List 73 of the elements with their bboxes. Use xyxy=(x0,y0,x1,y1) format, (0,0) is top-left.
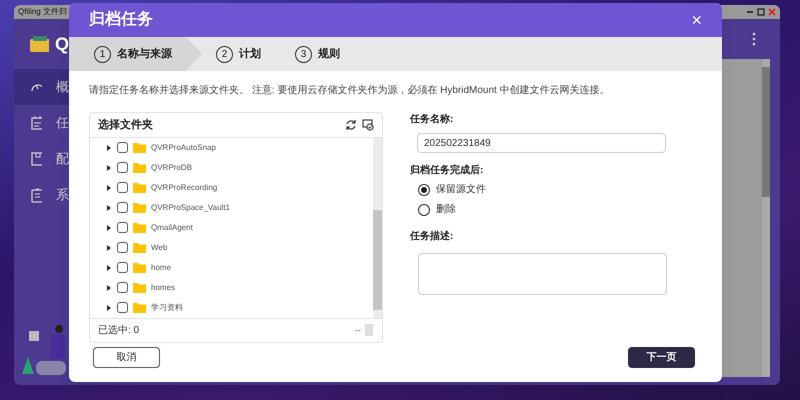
dialog-title: 归档任务 xyxy=(89,10,153,30)
expand-arrow-icon[interactable] xyxy=(106,244,112,251)
folder-name[interactable]: home xyxy=(151,262,172,274)
instruction-text: 请指定任务名称并选择来源文件夹。 注意: 要使用云存储文件夹作为源，必须在 HybridMount 中创建文件云网关连接。 xyxy=(89,84,611,98)
radio-button[interactable] xyxy=(418,204,430,216)
panel-title: 选择文件夹 xyxy=(98,118,153,133)
folder-name[interactable]: QVRProAutoSnap xyxy=(151,142,216,154)
checkbox[interactable] xyxy=(117,302,128,314)
task-name-field[interactable]: 202502231849 xyxy=(417,133,666,153)
expand-arrow-icon[interactable] xyxy=(106,284,112,291)
folder-name[interactable]: 学习资料 xyxy=(151,302,183,314)
expand-arrow-icon[interactable] xyxy=(106,184,112,191)
wizard-step[interactable]: 2 计划 xyxy=(202,37,281,71)
minimize-icon[interactable] xyxy=(746,8,754,16)
wizard-step[interactable]: 1 名称与来源 xyxy=(69,37,202,71)
expand-arrow-icon[interactable] xyxy=(106,224,112,231)
folder-icon xyxy=(133,242,146,253)
checkbox[interactable] xyxy=(117,262,128,274)
folder-icon xyxy=(133,202,146,213)
expand-arrow-icon[interactable] xyxy=(106,164,112,171)
radio-label[interactable]: 保留源文件 xyxy=(436,182,486,197)
checkbox[interactable] xyxy=(117,282,128,294)
folder-icon xyxy=(133,142,146,153)
window-title: Qfiling 文件归 xyxy=(18,8,67,16)
select-folder-icon[interactable] xyxy=(362,118,374,131)
expand-arrow-icon[interactable] xyxy=(106,264,112,271)
field-label: 任务名称: xyxy=(410,112,454,127)
folder-icon xyxy=(133,162,146,173)
folder-name[interactable]: QVRProSpace_Vault1 xyxy=(151,202,230,214)
folder-icon xyxy=(133,302,146,313)
clipboard-icon xyxy=(30,187,42,203)
sidebar-item[interactable]: 系 xyxy=(14,177,69,213)
next-button[interactable]: 下一页 xyxy=(628,347,695,368)
folder-icon xyxy=(133,222,146,233)
calendar-icon xyxy=(30,115,42,131)
more-options-icon[interactable] xyxy=(752,32,756,46)
app-name: Q xyxy=(54,35,69,53)
wallet-icon xyxy=(30,36,49,52)
checkbox[interactable] xyxy=(117,242,128,254)
expand-arrow-icon[interactable] xyxy=(106,144,112,151)
field-label: 任务描述: xyxy=(410,230,454,244)
close-button[interactable]: × xyxy=(691,11,702,29)
refresh-icon[interactable] xyxy=(345,118,357,131)
checkbox[interactable] xyxy=(117,162,128,174)
folder-name[interactable]: homes xyxy=(151,282,176,294)
wizard-step[interactable]: 3 规则 xyxy=(281,37,360,71)
maximize-icon[interactable] xyxy=(757,8,765,16)
folder-icon xyxy=(133,182,146,193)
sidebar-item[interactable]: 配 xyxy=(14,141,69,177)
checkbox[interactable] xyxy=(117,182,128,194)
field-label: 归档任务完成后: xyxy=(410,163,484,178)
checkbox[interactable] xyxy=(117,222,128,234)
checkbox[interactable] xyxy=(117,142,128,154)
sidebar-item[interactable]: 概 xyxy=(14,69,69,105)
folder-name[interactable]: QVRProRecording xyxy=(151,182,218,194)
scrollbar[interactable] xyxy=(373,138,382,318)
dash-text: -- xyxy=(355,324,361,337)
box-icon xyxy=(30,151,42,167)
checkbox[interactable] xyxy=(117,202,128,214)
expand-arrow-icon[interactable] xyxy=(106,304,112,311)
expand-arrow-icon[interactable] xyxy=(106,204,112,211)
description-field[interactable] xyxy=(418,253,667,295)
folder-icon xyxy=(133,262,146,273)
cancel-button[interactable]: 取消 xyxy=(93,347,160,368)
folder-name[interactable]: Web xyxy=(151,242,168,254)
selected-count: 已选中: 0 xyxy=(98,324,140,338)
folder-name[interactable]: QmailAgent xyxy=(151,222,193,234)
sidebar-item[interactable]: 任 xyxy=(14,105,69,141)
folder-name[interactable]: QVRProDB xyxy=(151,162,192,174)
folder-icon xyxy=(133,282,146,293)
scrollbar[interactable] xyxy=(762,59,770,377)
radio-label[interactable]: 删除 xyxy=(436,202,456,217)
radio-button[interactable] xyxy=(418,184,430,196)
